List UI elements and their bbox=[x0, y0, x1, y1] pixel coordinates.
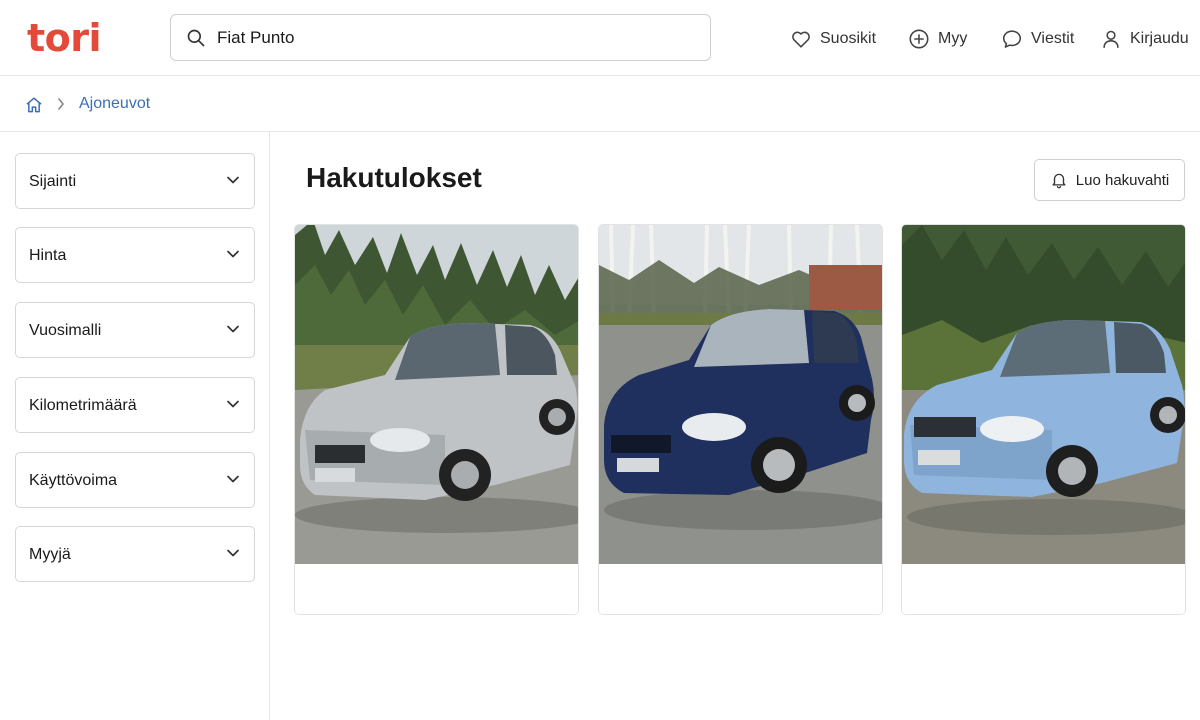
search-icon bbox=[187, 29, 205, 47]
listing-card[interactable] bbox=[598, 224, 883, 615]
chevron-down-icon bbox=[227, 549, 239, 557]
filter-label: Kilometrimäärä bbox=[29, 397, 137, 414]
listing-details bbox=[295, 564, 578, 614]
filter-seller[interactable]: Myyjä bbox=[15, 526, 255, 582]
listing-photo bbox=[902, 225, 1185, 564]
create-search-alert-label: Luo hakuvahti bbox=[1075, 171, 1170, 189]
chevron-down-icon bbox=[227, 325, 239, 333]
page-title: Hakutulokset bbox=[306, 162, 482, 193]
user-icon bbox=[1103, 30, 1119, 49]
filter-label: Hinta bbox=[29, 247, 67, 264]
listing-card[interactable] bbox=[901, 224, 1186, 615]
nav-favorites-label: Suosikit bbox=[820, 30, 877, 47]
nav-login[interactable]: Kirjaudu bbox=[1100, 26, 1189, 52]
nav-favorites[interactable]: Suosikit bbox=[790, 26, 876, 52]
filter-location[interactable]: Sijainti bbox=[15, 153, 255, 209]
nav-messages[interactable]: Viestit bbox=[1001, 26, 1074, 52]
listing-card[interactable] bbox=[294, 224, 579, 615]
tori-logo[interactable]: tori bbox=[27, 14, 102, 62]
top-header: tori Suosikit Myy Viestit Kirjaudu bbox=[0, 0, 1200, 76]
nav-sell[interactable]: Myy bbox=[908, 26, 967, 52]
bell-icon bbox=[1052, 173, 1066, 189]
chevron-down-icon bbox=[227, 475, 239, 483]
filter-model-year[interactable]: Vuosimalli bbox=[15, 302, 255, 358]
filter-fuel[interactable]: Käyttövoima bbox=[15, 452, 255, 508]
filter-mileage[interactable]: Kilometrimäärä bbox=[15, 377, 255, 433]
filter-label: Myyjä bbox=[29, 546, 71, 563]
plus-circle-icon bbox=[909, 29, 929, 49]
listing-photo bbox=[599, 225, 882, 564]
breadcrumb: Ajoneuvot bbox=[0, 76, 1200, 132]
listing-details bbox=[599, 564, 882, 614]
chat-bubble-icon bbox=[1002, 30, 1022, 48]
nav-login-label: Kirjaudu bbox=[1130, 30, 1189, 47]
create-search-alert-button[interactable]: Luo hakuvahti bbox=[1034, 159, 1185, 201]
filter-label: Sijainti bbox=[29, 173, 77, 190]
nav-messages-label: Viestit bbox=[1031, 30, 1075, 47]
search-input[interactable] bbox=[217, 23, 687, 53]
chevron-right-icon bbox=[58, 98, 64, 110]
filter-sidebar: Sijainti Hinta Vuosimalli Kilometrimäärä… bbox=[0, 132, 270, 720]
search-box[interactable] bbox=[170, 14, 711, 61]
chevron-down-icon bbox=[227, 176, 239, 184]
breadcrumb-link-vehicles[interactable]: Ajoneuvot bbox=[79, 95, 150, 113]
filter-label: Käyttövoima bbox=[29, 472, 118, 489]
nav-sell-label: Myy bbox=[938, 30, 968, 47]
listing-photo bbox=[295, 225, 578, 564]
listing-details bbox=[902, 564, 1185, 614]
filter-price[interactable]: Hinta bbox=[15, 227, 255, 283]
home-icon[interactable] bbox=[24, 95, 44, 115]
filter-label: Vuosimalli bbox=[29, 322, 102, 339]
heart-icon bbox=[792, 31, 810, 48]
chevron-down-icon bbox=[227, 250, 239, 258]
chevron-down-icon bbox=[227, 400, 239, 408]
